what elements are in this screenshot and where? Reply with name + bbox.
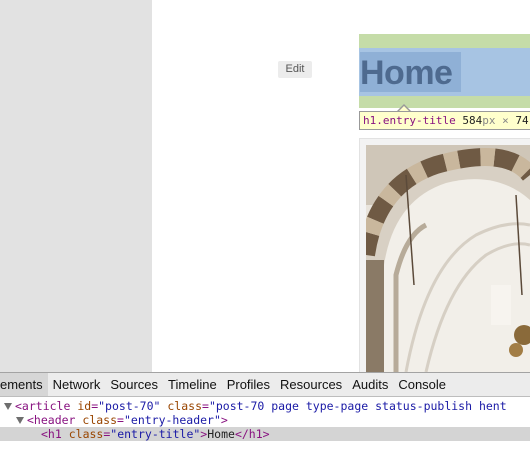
tab-timeline[interactable]: Timeline (163, 373, 222, 396)
tab-console[interactable]: Console (393, 373, 451, 396)
tab-sources[interactable]: Sources (105, 373, 163, 396)
devtools-tab-bar: ements Network Sources Timeline Profiles… (0, 373, 530, 397)
devtools-panel: ements Network Sources Timeline Profiles… (0, 372, 530, 454)
tooltip-width: 584 (462, 114, 483, 127)
tab-resources[interactable]: Resources (275, 373, 347, 396)
tooltip-width-unit: px (482, 114, 496, 127)
tooltip-selector: h1.entry-title (363, 114, 456, 127)
tooltip-height: 74 (515, 114, 529, 127)
dom-tree: <article id="post-70" class="post-70 pag… (0, 397, 530, 454)
expand-triangle-icon[interactable] (16, 417, 24, 424)
tab-network[interactable]: Network (48, 373, 106, 396)
dom-node-h1-selected[interactable]: <h1 class="entry-title">Home</h1> (0, 427, 530, 441)
tab-elements[interactable]: ements (0, 373, 48, 396)
inspector-tooltip: h1.entry-title 584px × 74 (359, 111, 530, 130)
entry-title: Home (360, 54, 453, 92)
left-gutter (0, 0, 152, 372)
cathedral-arch-image (366, 145, 530, 372)
tooltip-times: × (502, 114, 509, 127)
expand-triangle-icon[interactable] (4, 403, 12, 410)
tab-profiles[interactable]: Profiles (222, 373, 275, 396)
edit-button[interactable]: Edit (278, 61, 312, 78)
dom-node-article[interactable]: <article id="post-70" class="post-70 pag… (0, 399, 530, 413)
tab-audits[interactable]: Audits (347, 373, 393, 396)
dom-node-header[interactable]: <header class="entry-header"> (0, 413, 530, 427)
featured-image (366, 145, 530, 372)
